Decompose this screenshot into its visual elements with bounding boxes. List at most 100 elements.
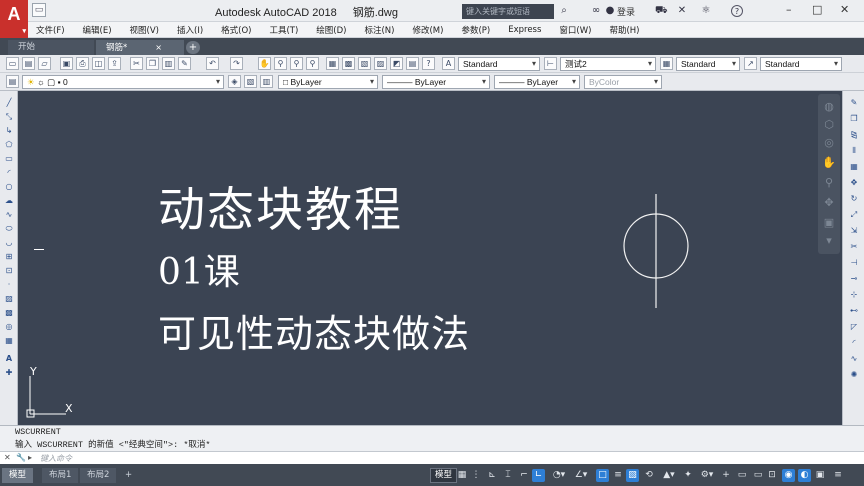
zoom-realtime-icon[interactable]: ⚲ [274, 57, 287, 70]
ortho-icon[interactable]: ⌐ [518, 469, 530, 482]
infer-constraints-icon[interactable]: ⊾ [486, 469, 498, 482]
layer-properties-icon[interactable]: ▤ [6, 75, 19, 88]
dim-style-icon[interactable]: ⊢ [544, 57, 557, 70]
erase-icon[interactable]: ✎ [848, 97, 860, 108]
canvas-line-segment[interactable] [34, 249, 44, 250]
offset-icon[interactable]: ⫴ [848, 145, 860, 156]
construction-line-icon[interactable]: ⤡ [3, 111, 15, 122]
gradient-icon[interactable]: ▩ [3, 307, 15, 318]
redo-icon[interactable]: ↷ [230, 57, 243, 70]
menu-format[interactable]: 格式(O) [221, 24, 251, 36]
binoculars-icon[interactable]: ∞ [590, 5, 602, 17]
break-at-point-icon[interactable]: ⊸ [848, 273, 860, 284]
new-icon[interactable]: ▭ [6, 57, 19, 70]
ellipse-icon[interactable]: ⬭ [3, 223, 15, 234]
units-icon[interactable]: ▭ [736, 469, 748, 482]
arc-icon[interactable]: ◜ [3, 167, 15, 178]
add-selected-icon[interactable]: ✚ [3, 367, 15, 378]
point-icon[interactable]: · [3, 279, 15, 290]
text-style-select[interactable]: Standard [458, 57, 540, 71]
tab-layout1[interactable]: 布局1 [42, 468, 79, 483]
revcloud-icon[interactable]: ☁ [3, 195, 15, 206]
multileader-style-select[interactable]: Standard [760, 57, 842, 71]
add-layout-button[interactable]: + [118, 468, 139, 483]
stretch-icon[interactable]: ⇲ [848, 225, 860, 236]
preview-icon[interactable]: ◫ [92, 57, 105, 70]
model-space-button[interactable]: 模型 [430, 468, 458, 483]
menu-parametric[interactable]: 参数(P) [461, 24, 490, 36]
tab-model[interactable]: 模型 [2, 468, 34, 483]
search-icon[interactable]: ⌕ [558, 5, 570, 17]
insert-block-icon[interactable]: ⊞ [3, 251, 15, 262]
wrench-icon[interactable]: 🔧 [16, 453, 26, 462]
lineweight-toggle-icon[interactable]: ≡ [612, 469, 624, 482]
menu-tools[interactable]: 工具(T) [269, 24, 298, 36]
open-icon[interactable]: ▱ [38, 57, 51, 70]
tab-layout2[interactable]: 布局2 [80, 468, 117, 483]
workspace-switch-icon[interactable]: ⚙▾ [698, 469, 716, 482]
grid-icon[interactable]: ▦ [456, 469, 468, 482]
menu-insert[interactable]: 插入(I) [177, 24, 203, 36]
markup-icon[interactable]: ◩ [390, 57, 403, 70]
menu-modify[interactable]: 修改(M) [412, 24, 443, 36]
canvas-title-text[interactable]: 动态块教程 [158, 171, 403, 240]
pan-icon[interactable]: ✋ [258, 57, 271, 70]
layer-state-icon[interactable]: ▥ [260, 75, 273, 88]
circle-with-line-block[interactable] [618, 190, 698, 312]
new-tab-button[interactable]: + [186, 41, 200, 54]
menu-dimension[interactable]: 标注(N) [364, 24, 394, 36]
application-menu-button[interactable]: A ▾ [0, 0, 28, 38]
table-icon[interactable]: ▦ [3, 335, 15, 346]
ellipse-arc-icon[interactable]: ◡ [3, 237, 15, 248]
text-style-icon[interactable]: A [442, 57, 455, 70]
user-icon[interactable]: ● [604, 5, 616, 17]
spline-icon[interactable]: ∿ [3, 209, 15, 220]
menu-window[interactable]: 窗口(W) [559, 24, 591, 36]
copy-icon[interactable]: ❐ [146, 57, 159, 70]
clean-screen-icon[interactable]: ▣ [814, 469, 826, 482]
close-icon[interactable]: × [155, 43, 162, 52]
menu-help[interactable]: 帮助(H) [609, 24, 639, 36]
join-icon[interactable]: ⊷ [848, 305, 860, 316]
explode-icon[interactable]: ✺ [848, 369, 860, 380]
save-icon[interactable]: ▣ [60, 57, 73, 70]
sheet-set-icon[interactable]: ▨ [374, 57, 387, 70]
properties-icon[interactable]: ▦ [326, 57, 339, 70]
dynamic-input-icon[interactable]: ⌶ [502, 469, 514, 482]
circle-icon[interactable]: ○ [3, 181, 15, 192]
close-button[interactable]: ✕ [840, 3, 849, 16]
zoom-previous-icon[interactable]: ⚲ [306, 57, 319, 70]
table-style-select[interactable]: Standard [676, 57, 740, 71]
chamfer-icon[interactable]: ◸ [848, 321, 860, 332]
quick-properties-icon[interactable]: ▭ [752, 469, 764, 482]
fillet-icon[interactable]: ◜ [848, 337, 860, 348]
rotate-icon[interactable]: ↻ [848, 193, 860, 204]
exchange-icon[interactable]: ✕ [676, 5, 688, 17]
mirror-icon[interactable]: ⧎ [848, 129, 860, 140]
customization-icon[interactable]: ≡ [832, 469, 844, 482]
annotation-monitor-icon[interactable]: + [720, 469, 732, 482]
make-block-icon[interactable]: ⊡ [3, 265, 15, 276]
layer-previous-icon[interactable]: ▧ [244, 75, 257, 88]
minimize-button[interactable]: – [786, 3, 792, 16]
full-navigation-icon[interactable]: ◎ [822, 136, 836, 150]
tab-start[interactable]: 开始 [8, 40, 94, 55]
match-properties-icon[interactable]: ✎ [178, 57, 191, 70]
tab-drawing[interactable]: 钢筋* × [96, 40, 184, 55]
polygon-icon[interactable]: ⬠ [3, 139, 15, 150]
polar-tracking-icon[interactable]: ∟ [532, 469, 545, 482]
snap-icon[interactable]: ⋮ [470, 469, 482, 482]
region-icon[interactable]: ◎ [3, 321, 15, 332]
navigation-cube-icon[interactable]: ⬡ [822, 118, 836, 132]
blend-icon[interactable]: ∿ [848, 353, 860, 364]
rectangle-icon[interactable]: ▭ [3, 153, 15, 164]
trim-icon[interactable]: ✂ [848, 241, 860, 252]
help-icon[interactable]: ? [731, 5, 743, 17]
menu-draw[interactable]: 绘图(D) [316, 24, 346, 36]
copy-object-icon[interactable]: ❐ [848, 113, 860, 124]
showmotion-icon[interactable]: ▣ [822, 216, 836, 230]
dim-style-select[interactable]: 测试2 [560, 57, 656, 71]
scale-icon[interactable]: ⤢ [848, 209, 860, 220]
mtext-icon[interactable]: A [3, 353, 15, 364]
drawing-canvas[interactable] [18, 91, 842, 425]
